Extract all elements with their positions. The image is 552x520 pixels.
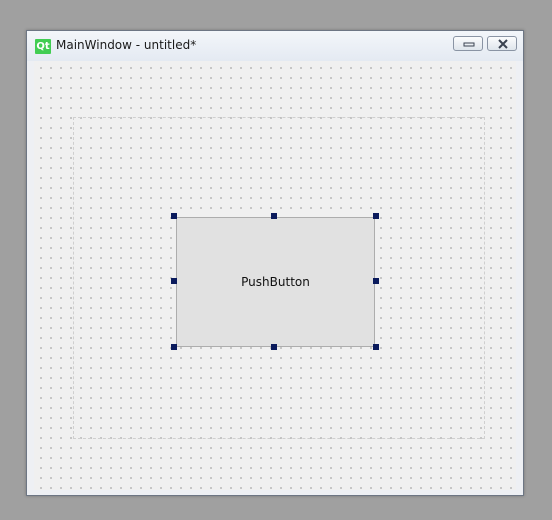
minimize-icon [463,42,475,47]
push-button[interactable]: PushButton [176,217,375,347]
resize-handle-right[interactable] [373,278,379,284]
resize-handle-bottom-left[interactable] [171,344,177,350]
resize-handle-top[interactable] [271,213,277,219]
close-button[interactable] [487,36,517,51]
resize-handle-bottom[interactable] [271,344,277,350]
resize-handle-top-left[interactable] [171,213,177,219]
qt-logo-icon: Qt [35,39,51,54]
close-icon [498,39,508,49]
title-bar[interactable]: Qt MainWindow - untitled* [27,31,523,61]
window-title: MainWindow - untitled* [56,38,197,52]
resize-handle-bottom-right[interactable] [373,344,379,350]
minimize-button[interactable] [453,36,483,51]
form-canvas[interactable]: PushButton [34,61,516,490]
push-button-label: PushButton [241,275,310,289]
main-window: Qt MainWindow - untitled* PushButton [26,30,524,496]
resize-handle-top-right[interactable] [373,213,379,219]
resize-handle-left[interactable] [171,278,177,284]
